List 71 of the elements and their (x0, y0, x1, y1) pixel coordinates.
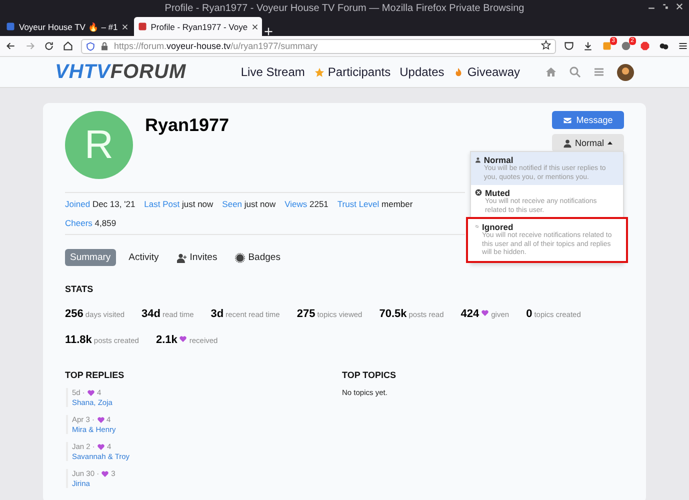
site-icon (138, 22, 147, 31)
logo[interactable]: VHTVFORUM (55, 60, 186, 84)
section-heading: TOP TOPICS (342, 370, 398, 380)
forward-icon (25, 41, 35, 51)
heart-icon (481, 309, 490, 317)
stat-value: 256 (65, 308, 84, 320)
eye-slash-icon (475, 222, 480, 231)
download-icon (583, 41, 593, 51)
home-icon (545, 66, 557, 78)
restore-icon (662, 3, 669, 10)
profile-meta: Last Post just now (144, 199, 214, 209)
shield-icon (86, 42, 95, 50)
stat-value: 424 (460, 308, 480, 320)
profile-meta: Trust Level member (337, 199, 413, 209)
profile-tab[interactable]: Activity (124, 249, 164, 266)
nav-link[interactable]: Live Stream (240, 65, 305, 79)
section-heading: STATS (65, 284, 94, 294)
heart-icon (86, 388, 95, 396)
stat-value: 3d (210, 308, 224, 320)
profile-meta: Views 2251 (284, 199, 328, 209)
badge-icon (235, 252, 246, 262)
nav-link[interactable]: Giveaway (453, 65, 520, 79)
menu-icon (678, 41, 688, 51)
lock-icon (100, 42, 109, 50)
profile-tab[interactable]: Summary (65, 249, 116, 266)
muted-icon (475, 188, 482, 197)
stat-value: 34d (142, 308, 161, 320)
window-title: Profile - Ryan1977 - Voyeur House TV Forum — Mozilla Firefox Private Browsing (164, 2, 524, 14)
browser-tab[interactable]: Profile - Ryan1977 - Voye (134, 17, 262, 36)
avatar-icon (617, 64, 634, 80)
stop-sign-icon (640, 41, 650, 51)
message-button[interactable]: Message (552, 111, 624, 129)
profile-meta: Joined Dec 13, '21 (65, 199, 136, 209)
star-icon (314, 66, 325, 78)
site-icon (6, 22, 15, 31)
user-icon (475, 155, 481, 165)
profile-tab[interactable]: Badges (230, 249, 286, 266)
nav-link[interactable]: Updates (400, 65, 444, 79)
caret-icon (607, 140, 613, 146)
heart-icon (96, 416, 105, 424)
close-icon (676, 3, 683, 10)
back-icon (6, 41, 16, 51)
profile-tab[interactable]: Invites (172, 249, 222, 266)
heart-icon (101, 470, 110, 478)
stat-value: 2.1k (156, 334, 178, 346)
reload-icon (44, 41, 54, 51)
stat-value: 70.5k (379, 308, 407, 320)
avatar: R (65, 111, 133, 179)
heart-icon (96, 442, 105, 450)
nav-link[interactable]: Participants (314, 65, 391, 79)
stat-value: 275 (296, 308, 316, 320)
section-heading: TOP REPLIES (65, 370, 126, 380)
home-icon (63, 41, 73, 51)
menu-icon (593, 66, 605, 78)
star-icon (541, 40, 551, 50)
browser-tab[interactable]: Voyeur House TV 🔥 – #1 (2, 17, 132, 36)
username: Ryan1977 (145, 115, 230, 137)
plus-icon (264, 27, 273, 36)
address-bar[interactable]: https://forum.voyeur-house.tv/u/ryan1977/summary (81, 38, 556, 54)
heart-icon (179, 335, 188, 343)
stat-value: 11.8k (65, 334, 92, 346)
close-icon (252, 24, 258, 30)
user-icon (562, 138, 572, 148)
profile-meta: Cheers 4,859 (65, 218, 116, 228)
envelope-icon (563, 116, 572, 124)
add-user-icon (176, 252, 187, 262)
profile-meta: Seen just now (222, 199, 276, 209)
close-icon (122, 24, 128, 30)
stat-value: 0 (526, 308, 532, 320)
search-icon (569, 66, 581, 78)
notification-button[interactable]: Normal (552, 134, 624, 152)
